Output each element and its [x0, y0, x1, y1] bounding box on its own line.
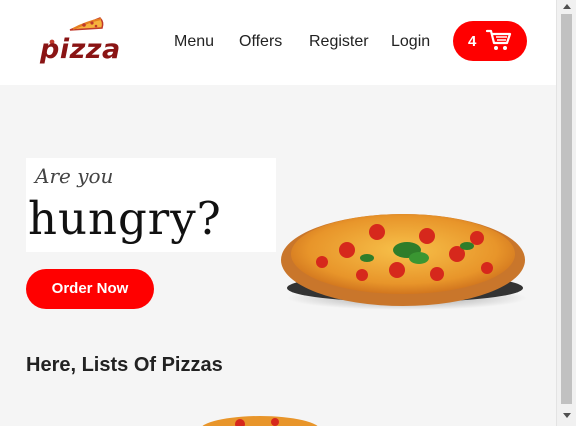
header-bar: pizza Menu Offers Register Login 4: [0, 0, 556, 85]
hungry-banner: Are you hungry?: [26, 158, 276, 252]
scroll-down-arrow-icon[interactable]: [563, 413, 571, 418]
nav-login[interactable]: Login: [391, 33, 430, 51]
logo-text: pizza: [40, 34, 121, 65]
cart-button[interactable]: 4: [453, 21, 527, 61]
pizza-list-item-image: [202, 416, 318, 426]
scrollbar-thumb[interactable]: [561, 14, 572, 404]
tagline-big: hungry?: [28, 192, 222, 245]
shopping-cart-icon: [485, 29, 512, 50]
tagline-small: Are you: [35, 164, 114, 188]
nav-register[interactable]: Register: [309, 33, 369, 51]
vertical-scrollbar[interactable]: [556, 0, 576, 426]
nav-offers[interactable]: Offers: [239, 33, 282, 51]
pizza-image: [281, 214, 527, 310]
scroll-up-arrow-icon[interactable]: [563, 4, 571, 9]
section-title: Here, Lists Of Pizzas: [26, 354, 223, 376]
cart-count: 4: [468, 33, 477, 50]
logo[interactable]: pizza: [40, 16, 120, 68]
page-viewport: pizza Menu Offers Register Login 4 Are y…: [0, 0, 556, 426]
order-now-button[interactable]: Order Now: [26, 269, 154, 309]
nav-menu[interactable]: Menu: [174, 33, 214, 51]
